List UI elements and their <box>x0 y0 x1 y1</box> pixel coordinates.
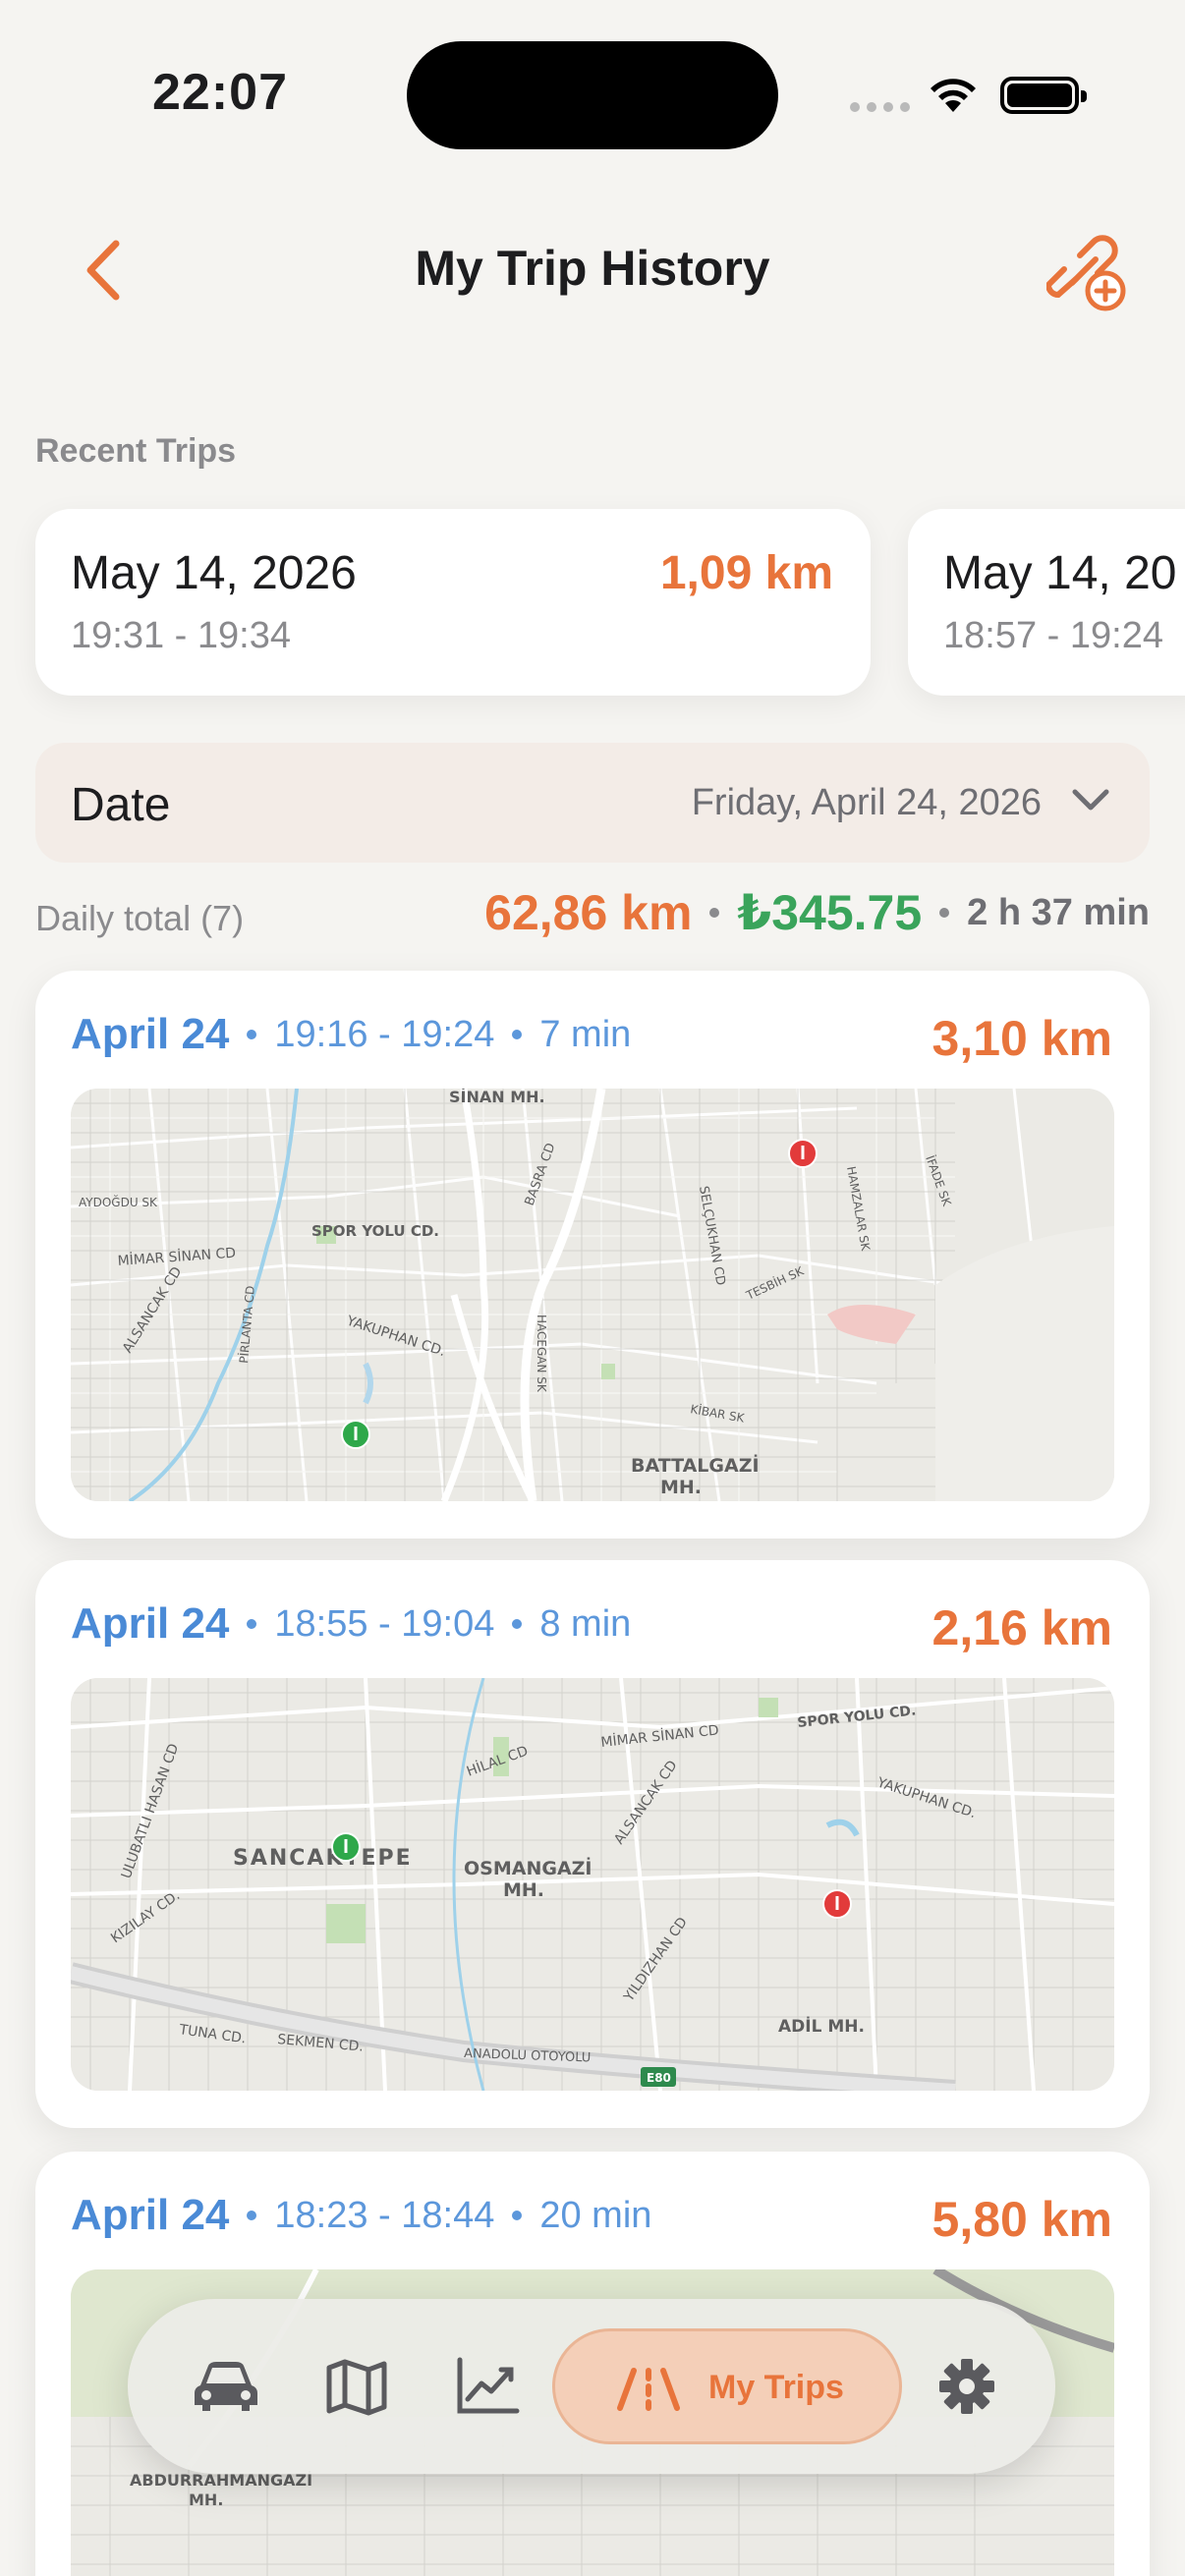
map-label: ADİL MH. <box>778 2015 865 2037</box>
map-label: SİNAN MH. <box>449 1089 545 1106</box>
map-label: MH. <box>660 1477 702 1498</box>
recent-trips-label: Recent Trips <box>35 432 237 470</box>
road-icon <box>617 2368 680 2411</box>
map-label: BATTALGAZİ <box>631 1453 760 1477</box>
trip-time: 19:16 - 19:24 <box>274 1013 495 1055</box>
recent-trip-distance: 1,09 km <box>659 547 833 599</box>
recent-trip-time: 19:31 - 19:34 <box>71 615 291 656</box>
map-label: MH. <box>503 1879 544 1901</box>
separator-dot <box>247 1619 257 1629</box>
recent-trip-date: May 14, 20 <box>943 547 1177 599</box>
date-label: Date <box>71 779 171 831</box>
chevron-down-icon <box>1072 789 1109 811</box>
trip-time: 18:55 - 19:04 <box>274 1602 495 1645</box>
recent-trip-card[interactable]: May 14, 20 18:57 - 19:24 <box>908 509 1185 696</box>
trip-duration: 20 min <box>539 2194 652 2236</box>
daily-total-distance: 62,86 km <box>484 885 693 940</box>
recent-trip-date: May 14, 2026 <box>71 547 357 599</box>
trip-day: April 24 <box>71 1010 230 1058</box>
daily-total-duration: 2 h 37 min <box>967 891 1150 933</box>
tab-my-trips[interactable]: My Trips <box>552 2328 902 2444</box>
recent-trip-card[interactable]: May 14, 2026 19:31 - 19:34 1,09 km <box>35 509 871 696</box>
tab-bar: My Trips <box>128 2299 1055 2474</box>
e80-route-shield: E80 <box>641 2067 676 2087</box>
separator-dot <box>247 1030 257 1039</box>
gear-icon[interactable] <box>928 2352 1006 2421</box>
trip-card[interactable]: April 24 19:16 - 19:24 7 min 3,10 km SİN… <box>35 971 1150 1539</box>
map-label: AYDOĞDU SK <box>79 1195 158 1209</box>
battery-icon <box>1000 77 1087 114</box>
daily-total-label: Daily total (7) <box>35 898 245 938</box>
tab-my-trips-label: My Trips <box>708 2369 844 2406</box>
map-label: SPOR YOLU CD. <box>311 1222 439 1240</box>
map-label: OSMANGAZİ <box>464 1856 592 1879</box>
map-label: HACEGAN SK <box>535 1315 548 1393</box>
separator-dot <box>939 908 950 918</box>
map-icon[interactable] <box>317 2352 396 2421</box>
trip-distance: 2,16 km <box>931 1600 1112 1655</box>
wifi-icon <box>931 79 976 112</box>
status-bar: 22:07 <box>0 0 1185 196</box>
separator-dot <box>512 1030 523 1039</box>
date-value: Friday, April 24, 2026 <box>691 782 1042 823</box>
dynamic-island <box>407 41 778 149</box>
link-add-icon[interactable] <box>1046 234 1129 312</box>
date-picker[interactable]: Date Friday, April 24, 2026 <box>35 743 1150 863</box>
separator-dot <box>709 908 720 918</box>
status-time: 22:07 <box>152 64 288 121</box>
map-label: MH. <box>189 2491 223 2509</box>
end-pin-icon <box>788 1139 818 1168</box>
trip-card[interactable]: April 24 18:55 - 19:04 8 min 2,16 km SAN… <box>35 1560 1150 2128</box>
map-label: E80 <box>647 2071 671 2085</box>
recent-trip-time: 18:57 - 19:24 <box>943 615 1163 656</box>
daily-total: Daily total (7) 62,86 km ₺345.75 2 h 37 … <box>35 884 1150 953</box>
cellular-signal-icon <box>850 102 910 112</box>
separator-dot <box>512 1619 523 1629</box>
chart-icon[interactable] <box>448 2352 527 2421</box>
start-pin-icon <box>331 1832 361 1862</box>
separator-dot <box>512 2211 523 2220</box>
daily-total-cost: ₺345.75 <box>737 885 923 940</box>
trip-day: April 24 <box>71 1599 230 1648</box>
trip-duration: 8 min <box>539 1602 632 1645</box>
trip-time: 18:23 - 18:44 <box>274 2194 495 2236</box>
car-icon[interactable] <box>187 2352 265 2421</box>
start-pin-icon <box>341 1420 370 1449</box>
trip-map[interactable]: SANCAKTEPE OSMANGAZİ MH. MİMAR SİNAN CD … <box>71 1678 1114 2091</box>
page-title: My Trip History <box>415 241 770 296</box>
trip-duration: 7 min <box>539 1013 632 1055</box>
map-label: SANCAKTEPE <box>233 1846 413 1871</box>
end-pin-icon <box>822 1889 852 1919</box>
trip-distance: 3,10 km <box>931 1011 1112 1066</box>
trip-distance: 5,80 km <box>931 2192 1112 2247</box>
trip-day: April 24 <box>71 2191 230 2239</box>
separator-dot <box>247 2211 257 2220</box>
trip-map[interactable]: SİNAN MH. SPOR YOLU CD. MİMAR SİNAN CD Y… <box>71 1089 1114 1501</box>
